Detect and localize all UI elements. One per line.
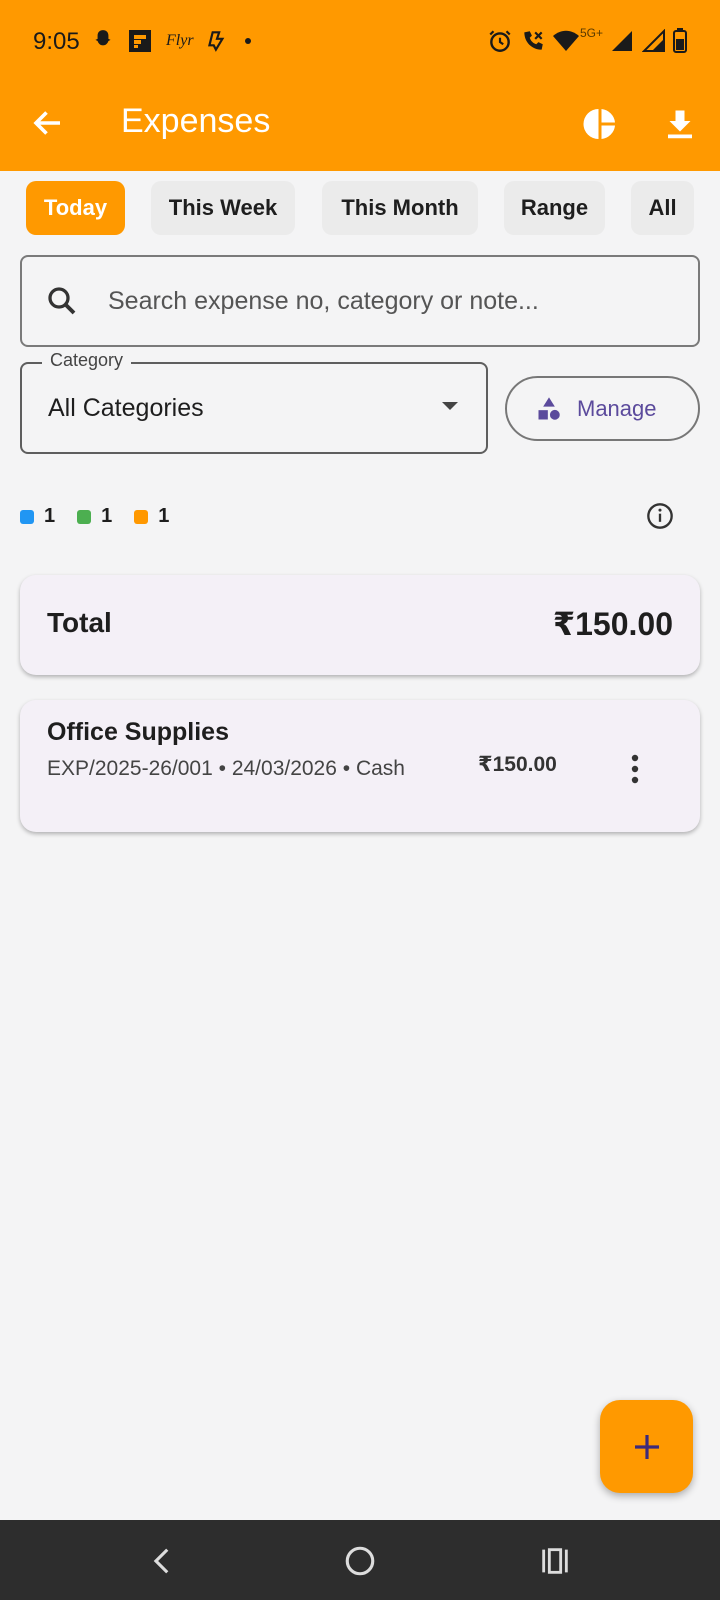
manage-label: Manage — [577, 395, 657, 421]
nav-home-button[interactable] — [343, 1544, 377, 1578]
wifi-call-icon — [520, 28, 546, 54]
legend-count: 1 — [101, 505, 113, 527]
signal-icon — [642, 28, 666, 54]
download-button[interactable] — [662, 106, 698, 142]
info-icon — [647, 503, 673, 529]
recents-icon — [542, 1548, 568, 1574]
status-bar: 9:05 Flyr 5G+ — [0, 0, 720, 84]
filter-chip-this-month[interactable]: This Month — [322, 181, 478, 235]
status-time: 9:05 — [33, 28, 80, 55]
category-selected: All Categories — [48, 394, 204, 422]
filter-chip-range[interactable]: Range — [504, 181, 605, 235]
dot-icon — [244, 28, 252, 54]
plus-icon — [634, 1434, 659, 1459]
expense-amount: ₹150.00 — [478, 753, 557, 776]
wifi-icon — [552, 28, 580, 54]
legend-swatch-orange — [134, 509, 149, 524]
expenses-screen: 9:05 Flyr 5G+ Expenses Today This Week T… — [0, 0, 720, 1600]
expense-category: Office Supplies — [47, 718, 229, 746]
nav-back-button[interactable] — [146, 1544, 180, 1578]
expense-meta: EXP/2025-26/001 • 24/03/2026 • Cash — [47, 757, 405, 780]
chevron-down-icon — [442, 402, 458, 410]
category-icon — [538, 396, 560, 420]
filter-chip-today[interactable]: Today — [26, 181, 125, 235]
chat-icon — [204, 28, 230, 54]
expense-item[interactable]: Office Supplies EXP/2025-26/001 • 24/03/… — [20, 700, 700, 832]
total-amount: ₹150.00 — [552, 606, 673, 642]
network-type: 5G+ — [580, 26, 604, 40]
legend-count: 1 — [158, 505, 170, 527]
legend-swatch-green — [77, 509, 92, 524]
total-card: Total ₹150.00 — [20, 575, 700, 675]
search-icon — [48, 287, 76, 315]
add-expense-button[interactable] — [600, 1400, 693, 1493]
category-label: Category — [42, 350, 132, 371]
chart-button[interactable] — [582, 106, 618, 142]
search-input[interactable] — [108, 277, 678, 325]
arrow-left-icon — [33, 111, 60, 135]
flyr-icon: Flyr — [166, 32, 194, 49]
alarm-icon — [487, 28, 513, 54]
more-options-button[interactable] — [628, 752, 642, 786]
search-box — [20, 255, 700, 347]
info-button[interactable] — [646, 502, 674, 530]
nav-recents-button[interactable] — [538, 1544, 572, 1578]
battery-icon — [672, 28, 688, 54]
home-circle-icon — [345, 1546, 375, 1576]
back-button[interactable] — [30, 105, 66, 141]
pie-chart-icon — [583, 109, 615, 139]
app-header: 9:05 Flyr 5G+ Expenses — [0, 0, 720, 171]
more-vert-icon — [631, 754, 639, 784]
filter-chip-all[interactable]: All — [631, 181, 694, 235]
system-nav-bar — [0, 1520, 720, 1600]
legend-count: 1 — [44, 505, 56, 527]
signal-icon — [610, 28, 634, 54]
legend-swatch-blue — [20, 509, 34, 524]
category-dropdown[interactable]: Category All Categories — [20, 350, 488, 454]
snapchat-icon — [90, 28, 116, 54]
flipboard-icon — [128, 28, 152, 54]
total-label: Total — [47, 607, 112, 638]
chevron-left-icon — [153, 1548, 169, 1574]
category-legend: 1 1 1 — [20, 505, 191, 528]
manage-button[interactable]: Manage — [505, 376, 700, 441]
filter-chip-this-week[interactable]: This Week — [151, 181, 295, 235]
download-icon — [668, 110, 692, 139]
page-title: Expenses — [121, 102, 271, 140]
